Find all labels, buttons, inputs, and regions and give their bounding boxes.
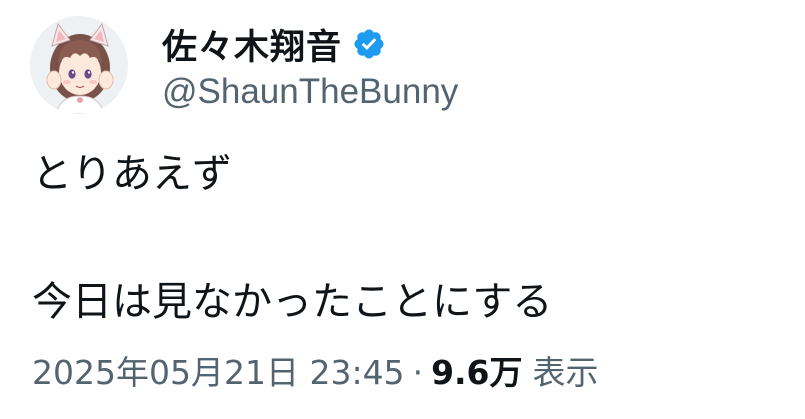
tweet-header: 佐々木翔音 @ShaunTheBunny <box>30 16 458 114</box>
display-name-row: 佐々木翔音 <box>162 18 458 70</box>
tweet-text-line: 今日は見なかったことにする <box>32 279 553 325</box>
tweet-timestamp[interactable]: 2025年05月21日 23:45 <box>32 346 405 394</box>
verified-badge-icon <box>352 27 386 61</box>
views-label: 表示 <box>532 353 599 392</box>
author-names: 佐々木翔音 @ShaunTheBunny <box>162 18 458 112</box>
tweet-text-line: とりあえず <box>32 151 232 197</box>
author-avatar[interactable] <box>30 16 128 114</box>
meta-separator: · <box>412 353 424 392</box>
author-handle[interactable]: @ShaunTheBunny <box>162 72 458 112</box>
tweet-text: とりあえず 今日は見なかったことにする <box>32 142 552 334</box>
tweet-card: 佐々木翔音 @ShaunTheBunny とりあえず 今日は見なかったことにする… <box>0 0 805 419</box>
tweet-meta: 2025年05月21日 23:45 · 9.6万 表示 <box>32 346 599 394</box>
views-count: 9.6万 <box>431 353 523 392</box>
author-display-name[interactable]: 佐々木翔音 <box>162 19 342 70</box>
anime-girl-avatar-icon <box>30 16 128 114</box>
